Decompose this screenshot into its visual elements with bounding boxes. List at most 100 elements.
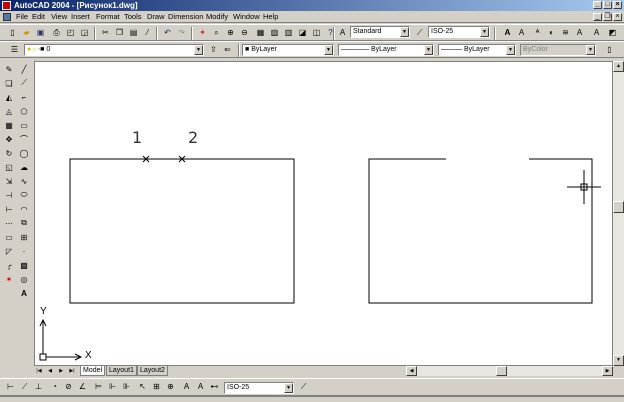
- rectangle-left[interactable]: [69, 158, 295, 304]
- dim-text-edit-icon[interactable]: A: [194, 381, 207, 393]
- text-style-icon[interactable]: A: [336, 27, 349, 39]
- line-icon[interactable]: ╱: [17, 63, 31, 75]
- diameter-dim-icon[interactable]: ⊘: [62, 381, 75, 393]
- chevron-down-icon[interactable]: ▼: [424, 45, 433, 55]
- extend-icon[interactable]: ⊢: [2, 203, 16, 215]
- continue-dim-icon[interactable]: ⊪: [120, 381, 133, 393]
- doc-restore-icon[interactable]: ❐: [603, 13, 612, 21]
- text-edit-icon[interactable]: A: [515, 27, 528, 39]
- scroll-up-icon[interactable]: ▲: [613, 61, 624, 72]
- menu-insert[interactable]: Insert: [71, 12, 90, 22]
- construction-line-icon[interactable]: ⟋: [17, 77, 31, 89]
- circle-icon[interactable]: ◯: [17, 147, 31, 159]
- angular-dim-icon[interactable]: ∠: [76, 381, 89, 393]
- tab-next-icon[interactable]: ▶: [56, 366, 66, 376]
- dim-update-icon[interactable]: ⊷: [208, 381, 221, 393]
- tab-layout1[interactable]: Layout1: [106, 366, 137, 376]
- menu-draw[interactable]: Draw: [147, 12, 165, 22]
- plot-preview-icon[interactable]: ◰: [64, 27, 77, 39]
- menu-modify[interactable]: Modify: [206, 12, 228, 22]
- hscroll-thumb[interactable]: [496, 366, 507, 376]
- menu-help[interactable]: Help: [263, 12, 278, 22]
- menu-edit[interactable]: Edit: [32, 12, 45, 22]
- insert-block-icon[interactable]: ⧉: [17, 217, 31, 229]
- properties-icon[interactable]: ▦: [254, 27, 267, 39]
- array-icon[interactable]: ▦: [2, 119, 16, 131]
- scale-icon[interactable]: ◱: [2, 161, 16, 173]
- dim-style-combo-bottom[interactable]: ISO-25 ▼: [224, 382, 294, 394]
- center-mark-icon[interactable]: ⊕: [164, 381, 177, 393]
- broken-rectangle-right[interactable]: [368, 158, 593, 304]
- hscroll-left-icon[interactable]: ◀: [406, 366, 417, 376]
- zoom-window-icon[interactable]: ⊕: [224, 27, 237, 39]
- baseline-dim-icon[interactable]: ⊩: [106, 381, 119, 393]
- minimize-icon[interactable]: _: [593, 1, 602, 9]
- hatch-icon[interactable]: ▩: [17, 259, 31, 271]
- scroll-down-icon[interactable]: ▼: [613, 355, 624, 366]
- publish-icon[interactable]: ◲: [78, 27, 91, 39]
- vertical-scrollbar[interactable]: ▲ ▼: [613, 61, 624, 366]
- point-icon[interactable]: ·: [17, 245, 31, 257]
- chevron-down-icon[interactable]: ▼: [324, 45, 333, 55]
- dbconnect-icon[interactable]: ◪: [296, 27, 309, 39]
- paste-icon[interactable]: ▤: [127, 27, 140, 39]
- chamfer-icon[interactable]: ◸: [2, 245, 16, 257]
- spell-icon[interactable]: A: [573, 27, 586, 39]
- scale-text-icon[interactable]: ◐: [545, 27, 558, 39]
- zoom-realtime-icon[interactable]: ⌕: [210, 27, 223, 39]
- copy-object-icon[interactable]: ❏: [2, 77, 16, 89]
- markup-icon[interactable]: ◫: [310, 27, 323, 39]
- menu-tools[interactable]: Tools: [124, 12, 142, 22]
- find-icon[interactable]: ᴬ: [531, 27, 544, 39]
- move-icon[interactable]: ✥: [2, 133, 16, 145]
- dim-style-manager-icon[interactable]: ⟋: [297, 381, 310, 393]
- menu-window[interactable]: Window: [233, 12, 260, 22]
- polygon-icon[interactable]: ⬠: [17, 105, 31, 117]
- text-style-dialog-icon[interactable]: A: [590, 27, 603, 39]
- tab-first-icon[interactable]: |◀: [34, 366, 44, 376]
- region-icon[interactable]: ◎: [17, 273, 31, 285]
- linear-dim-icon[interactable]: ⊢: [4, 381, 17, 393]
- rectangle-icon[interactable]: ▭: [17, 119, 31, 131]
- chevron-down-icon[interactable]: ▼: [506, 45, 515, 55]
- menu-file[interactable]: File: [16, 12, 28, 22]
- open-icon[interactable]: ▰: [20, 27, 33, 39]
- linetype-combo[interactable]: ———— ByLayer ▼: [338, 44, 434, 56]
- rotate-icon[interactable]: ↻: [2, 147, 16, 159]
- layer-manager-icon[interactable]: ☰: [8, 44, 21, 56]
- close-icon[interactable]: ×: [613, 1, 622, 9]
- tab-last-icon[interactable]: ▶|: [67, 366, 77, 376]
- spline-icon[interactable]: ∿: [17, 175, 31, 187]
- revision-cloud-icon[interactable]: ☁: [17, 161, 31, 173]
- make-block-icon[interactable]: ⊞: [17, 231, 31, 243]
- justify-text-icon[interactable]: ≋: [559, 27, 572, 39]
- multiline-text-icon[interactable]: A: [17, 287, 31, 299]
- arc-icon[interactable]: ⌒: [17, 133, 31, 145]
- doc-close-icon[interactable]: ×: [613, 13, 622, 21]
- match-properties-icon[interactable]: ⁄: [141, 27, 154, 39]
- ellipse-icon[interactable]: ⬭: [17, 189, 31, 201]
- tolerance-icon[interactable]: ⊞: [150, 381, 163, 393]
- chevron-down-icon[interactable]: ▼: [400, 27, 409, 37]
- break-icon[interactable]: ⋯: [2, 217, 16, 229]
- mirror-icon[interactable]: ◭: [2, 91, 16, 103]
- chevron-down-icon[interactable]: ▼: [194, 45, 203, 55]
- make-current-layer-icon[interactable]: ⇪: [207, 44, 220, 56]
- layer-combo[interactable]: ●☼▫■ 0 ▼: [24, 44, 204, 56]
- drawing-canvas[interactable]: 1 2 X Y: [34, 61, 613, 366]
- maximize-icon[interactable]: □: [603, 1, 612, 9]
- text-convert-icon[interactable]: ◩: [606, 27, 619, 39]
- layer-previous-icon[interactable]: ⇐: [221, 44, 234, 56]
- radius-dim-icon[interactable]: ◔: [48, 381, 61, 393]
- tab-layout2[interactable]: Layout2: [137, 366, 168, 376]
- dim-style-combo[interactable]: ISO-25 ▼: [428, 26, 490, 38]
- dim-style-icon[interactable]: ⟋: [413, 27, 426, 39]
- quick-leader-icon[interactable]: ↖: [136, 381, 149, 393]
- color-combo[interactable]: ■ ByLayer ▼: [242, 44, 334, 56]
- zoom-previous-icon[interactable]: ⊖: [238, 27, 251, 39]
- copy-icon[interactable]: ❐: [113, 27, 126, 39]
- trim-icon[interactable]: ⊣: [2, 189, 16, 201]
- chevron-down-icon[interactable]: ▼: [480, 27, 489, 37]
- redo-icon[interactable]: ↷: [175, 27, 188, 39]
- quick-dim-icon[interactable]: ⊨: [92, 381, 105, 393]
